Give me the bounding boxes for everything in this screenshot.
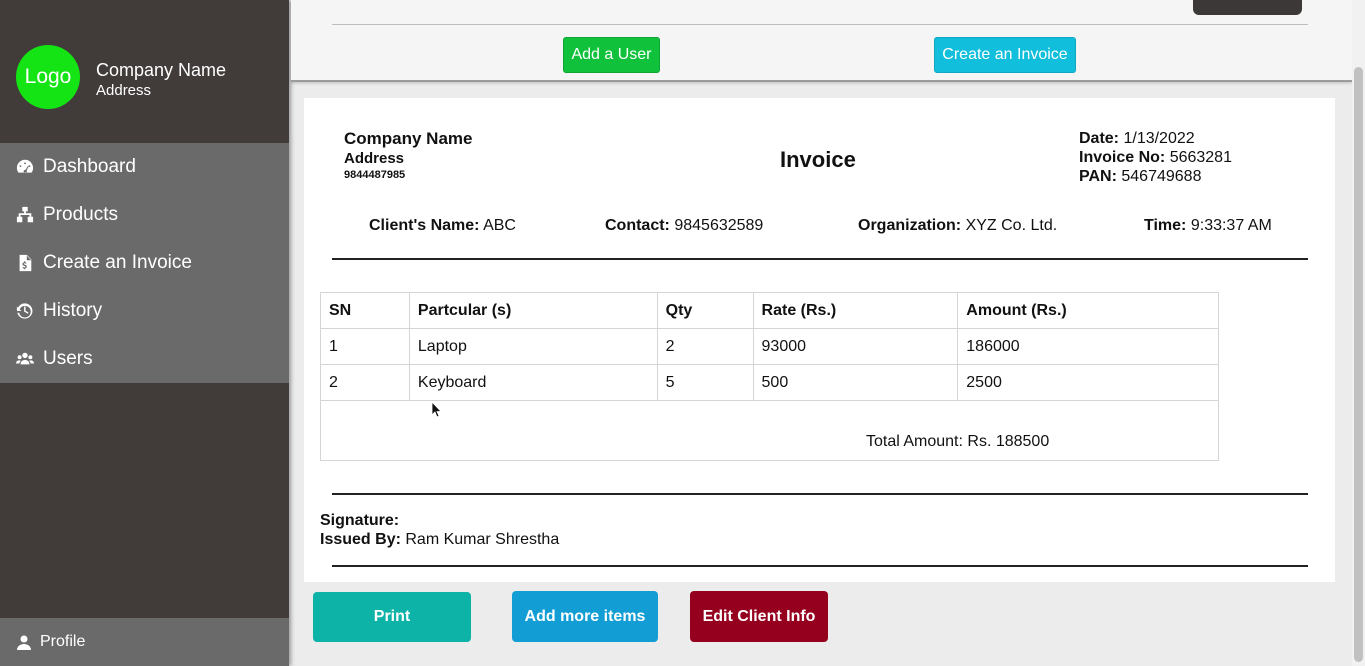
client-name-value: ABC	[483, 217, 516, 234]
company-logo: Logo	[16, 45, 80, 109]
invoice-time: Time: 9:33:37 AM	[1144, 217, 1272, 235]
sidebar-item-label: Products	[43, 204, 118, 225]
divider	[332, 565, 1308, 567]
table-cell: Keyboard	[408, 364, 658, 401]
add-user-button[interactable]: Add a User	[563, 37, 660, 73]
sidebar-item-dashboard[interactable]: Dashboard	[0, 143, 289, 191]
sidebar-nav: Dashboard Products Create an Invoice His…	[0, 143, 289, 383]
sidebar-company-address: Address	[96, 82, 152, 99]
tachometer-icon	[16, 159, 34, 174]
column-header: Partcular (s)	[408, 292, 658, 329]
table-cell: 2	[656, 328, 754, 365]
client-name: Client's Name: ABC	[369, 217, 516, 235]
table-cell: Laptop	[408, 328, 658, 365]
page-scrollbar[interactable]	[1352, 0, 1365, 666]
pan-label: PAN:	[1079, 168, 1117, 185]
contact-value: 9845632589	[674, 217, 764, 234]
column-header: Amount (Rs.)	[957, 292, 1219, 329]
divider	[332, 24, 1308, 25]
table-cell: 186000	[957, 328, 1219, 365]
mouse-cursor-icon	[432, 402, 442, 418]
profile-label: Profile	[40, 633, 86, 650]
client-name-label: Client's Name:	[369, 217, 480, 234]
invoice-no-label: Invoice No:	[1079, 149, 1166, 166]
issued-by-value: Ram Kumar Shrestha	[405, 531, 560, 548]
total-row: Total Amount: Rs. 188500	[320, 400, 1219, 461]
sidebar-item-label: History	[43, 300, 103, 321]
time-value: 9:33:37 AM	[1190, 217, 1272, 234]
invoice-company-name: Company Name	[344, 129, 473, 148]
table-row: 1 Laptop 2 93000 186000	[320, 328, 1219, 365]
invoice-items-table: SN Partcular (s) Qty Rate (Rs.) Amount (…	[320, 292, 1219, 461]
sitemap-icon	[16, 206, 34, 223]
sidebar-item-history[interactable]: History	[0, 287, 289, 335]
history-icon	[16, 303, 33, 319]
client-contact: Contact: 9845632589	[605, 217, 763, 235]
user-icon	[17, 635, 31, 650]
issued-by: Issued By: Ram Kumar Shrestha	[320, 531, 559, 549]
sidebar-item-label: Dashboard	[43, 156, 136, 177]
sidebar-company-name: Company Name	[96, 60, 227, 80]
signature: Signature:	[320, 512, 399, 530]
table-cell: 5	[656, 364, 754, 401]
invoice-no-value: 5663281	[1169, 149, 1232, 166]
date-label: Date:	[1079, 130, 1120, 147]
invoice-company-address: Address	[344, 150, 405, 167]
sidebar: Logo Company Name Address Dashboard Prod…	[0, 0, 289, 666]
invoice-pan: PAN: 546749688	[1079, 168, 1201, 186]
column-header: Qty	[656, 292, 754, 329]
users-icon	[16, 352, 34, 365]
table-cell: 1	[320, 328, 410, 365]
client-organization: Organization: XYZ Co. Ltd.	[858, 217, 1057, 235]
scrollbar-thumb[interactable]	[1354, 67, 1363, 662]
column-header: SN	[320, 292, 410, 329]
topbar: Add a User Create an Invoice	[291, 0, 1352, 82]
contact-label: Contact:	[605, 217, 670, 234]
issued-by-label: Issued By:	[320, 531, 401, 548]
organization-value: XYZ Co. Ltd.	[965, 217, 1058, 234]
add-more-items-button[interactable]: Add more items	[512, 591, 658, 642]
invoice-card: Company Name Address 9844487985 Invoice …	[304, 98, 1335, 582]
invoice-number: Invoice No: 5663281	[1079, 149, 1232, 167]
invoice-company-phone: 9844487985	[344, 169, 406, 181]
divider	[332, 493, 1308, 495]
table-cell: 2500	[957, 364, 1219, 401]
table-cell: 93000	[752, 328, 959, 365]
sidebar-brand: Logo Company Name Address	[0, 0, 289, 143]
create-invoice-button[interactable]: Create an Invoice	[934, 37, 1076, 73]
date-value: 1/13/2022	[1123, 130, 1195, 147]
column-header: Rate (Rs.)	[752, 292, 959, 329]
invoice-title: Invoice	[780, 147, 856, 172]
print-button[interactable]: Print	[313, 592, 471, 642]
sidebar-item-create-invoice[interactable]: Create an Invoice	[0, 239, 289, 287]
signature-label: Signature:	[320, 512, 400, 529]
pan-value: 546749688	[1121, 168, 1202, 185]
file-invoice-icon	[19, 254, 32, 272]
account-button[interactable]	[1193, 0, 1302, 15]
sidebar-item-label: Create an Invoice	[43, 252, 192, 273]
time-label: Time:	[1144, 217, 1187, 234]
organization-label: Organization:	[858, 217, 962, 234]
edit-client-info-button[interactable]: Edit Client Info	[690, 591, 828, 642]
table-cell: 2	[320, 364, 410, 401]
sidebar-item-label: Users	[43, 348, 93, 369]
table-header-row: SN Partcular (s) Qty Rate (Rs.) Amount (…	[320, 292, 1219, 329]
total-amount: Total Amount: Rs. 188500	[320, 400, 1219, 461]
sidebar-item-users[interactable]: Users	[0, 335, 289, 383]
table-row: 2 Keyboard 5 500 2500	[320, 364, 1219, 401]
table-cell: 500	[752, 364, 959, 401]
invoice-date: Date: 1/13/2022	[1079, 130, 1195, 148]
sidebar-item-products[interactable]: Products	[0, 191, 289, 239]
sidebar-item-profile[interactable]: Profile	[0, 618, 289, 666]
divider	[332, 258, 1308, 260]
